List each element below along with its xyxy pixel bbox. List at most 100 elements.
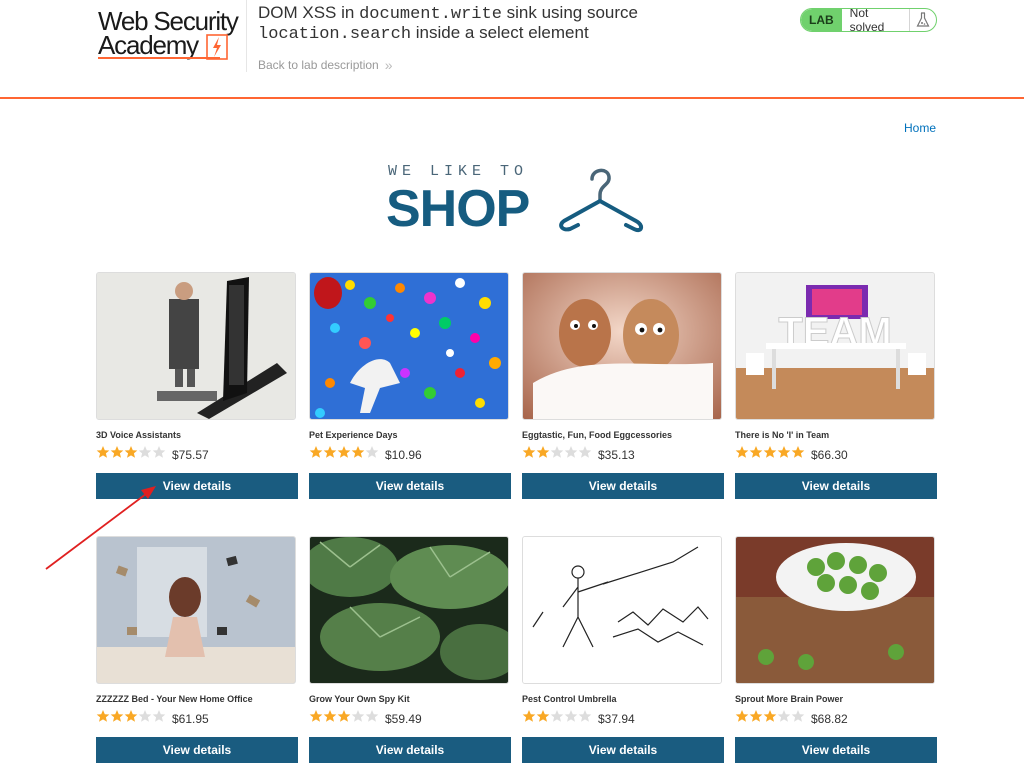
star-filled-icon — [522, 446, 536, 458]
star-filled-icon — [309, 446, 323, 458]
product-name: Pet Experience Days — [309, 430, 398, 440]
lab-status-widget: LAB Not solved — [800, 8, 937, 32]
star-filled-icon — [735, 446, 749, 458]
product-card: Pest Control Umbrella $37.94 View detail… — [522, 536, 724, 763]
product-name: 3D Voice Assistants — [96, 430, 182, 440]
star-empty-icon — [365, 446, 379, 458]
lab-title-text-3: inside a select element — [411, 23, 589, 42]
star-filled-icon — [124, 710, 138, 722]
star-empty-icon — [365, 710, 379, 722]
product-rating: $75.57 — [96, 445, 209, 464]
product-image-spy-kit[interactable] — [309, 536, 509, 684]
product-image-pet-experience[interactable] — [309, 272, 509, 420]
star-rating — [522, 445, 592, 464]
star-empty-icon — [564, 446, 578, 458]
star-rating — [522, 709, 592, 728]
product-card: 3D Voice Assistants $75.57 View details — [96, 272, 298, 499]
product-image-voice-assistant[interactable] — [96, 272, 296, 420]
lab-header: Web Security Academy DOM XSS in document… — [0, 0, 1024, 99]
star-filled-icon — [309, 710, 323, 722]
lab-status-text: Not solved — [849, 8, 885, 32]
star-rating — [735, 445, 805, 464]
view-details-button[interactable]: View details — [735, 737, 937, 763]
product-name: Grow Your Own Spy Kit — [309, 694, 410, 704]
star-empty-icon — [550, 710, 564, 722]
product-name: There is No 'I' in Team — [735, 430, 830, 440]
flask-icon — [909, 9, 936, 31]
star-empty-icon — [578, 446, 592, 458]
product-card: Eggtastic, Fun, Food Eggcessories $35.13… — [522, 272, 724, 499]
home-link[interactable]: Home — [904, 121, 936, 135]
product-price: $59.49 — [385, 711, 422, 726]
lab-title-code-1: document.write — [359, 5, 502, 24]
lab-title-text-2: sink using source — [501, 3, 638, 22]
product-name: Pest Control Umbrella — [522, 694, 617, 704]
star-filled-icon — [522, 710, 536, 722]
product-image-team[interactable]: TEAM — [735, 272, 935, 420]
product-price: $68.82 — [811, 711, 848, 726]
star-rating — [735, 709, 805, 728]
star-filled-icon — [763, 446, 777, 458]
star-empty-icon — [550, 446, 564, 458]
product-rating: $61.95 — [96, 709, 209, 728]
star-empty-icon — [564, 710, 578, 722]
star-filled-icon — [323, 446, 337, 458]
star-filled-icon — [124, 446, 138, 458]
star-filled-icon — [735, 710, 749, 722]
product-card: TEAM There is No 'I' in Team $66.30 View… — [735, 272, 937, 499]
product-price: $37.94 — [598, 711, 635, 726]
back-link-label: Back to lab description — [258, 58, 379, 72]
star-rating — [309, 445, 379, 464]
view-details-button[interactable]: View details — [309, 737, 511, 763]
star-filled-icon — [110, 446, 124, 458]
banner-tagline: WE LIKE TO — [388, 163, 529, 180]
view-details-button[interactable]: View details — [735, 473, 937, 499]
product-name: ZZZZZZ Bed - Your New Home Office — [96, 694, 253, 704]
star-filled-icon — [536, 446, 550, 458]
product-rating: $59.49 — [309, 709, 422, 728]
star-filled-icon — [337, 446, 351, 458]
product-card: ZZZZZZ Bed - Your New Home Office $61.95… — [96, 536, 298, 763]
product-price: $35.13 — [598, 447, 635, 462]
lab-title-text-1: DOM XSS in — [258, 3, 360, 22]
web-security-academy-logo[interactable]: Web Security Academy — [96, 6, 246, 62]
star-filled-icon — [777, 446, 791, 458]
star-filled-icon — [110, 710, 124, 722]
star-filled-icon — [323, 710, 337, 722]
view-details-button[interactable]: View details — [96, 737, 298, 763]
banner-word: SHOP — [386, 180, 530, 238]
product-card: Grow Your Own Spy Kit $59.49 View detail… — [309, 536, 511, 763]
star-empty-icon — [138, 446, 152, 458]
star-filled-icon — [96, 710, 110, 722]
star-filled-icon — [763, 710, 777, 722]
product-image-eggs[interactable] — [522, 272, 722, 420]
view-details-button[interactable]: View details — [522, 473, 724, 499]
logo-line-2: Academy — [98, 30, 199, 60]
coat-hanger-icon — [559, 168, 643, 232]
view-details-button[interactable]: View details — [309, 473, 511, 499]
product-image-umbrella[interactable] — [522, 536, 722, 684]
product-rating: $68.82 — [735, 709, 848, 728]
star-filled-icon — [749, 710, 763, 722]
view-details-button[interactable]: View details — [96, 473, 298, 499]
product-rating: $35.13 — [522, 445, 635, 464]
star-filled-icon — [536, 710, 550, 722]
star-empty-icon — [578, 710, 592, 722]
lab-title: DOM XSS in document.write sink using sou… — [258, 4, 778, 44]
we-like-to-shop-banner: WE LIKE TO SHOP — [386, 163, 648, 238]
logo-underline — [98, 57, 220, 59]
star-filled-icon — [96, 446, 110, 458]
product-name: Sprout More Brain Power — [735, 694, 844, 704]
product-rating: $66.30 — [735, 445, 848, 464]
product-image-sprouts[interactable] — [735, 536, 935, 684]
star-empty-icon — [152, 446, 166, 458]
back-to-lab-description-link[interactable]: Back to lab description » — [258, 57, 393, 73]
double-chevron-right-icon: » — [384, 57, 393, 73]
product-price: $61.95 — [172, 711, 209, 726]
product-price: $75.57 — [172, 447, 209, 462]
product-card: Pet Experience Days $10.96 View details — [309, 272, 511, 499]
view-details-button[interactable]: View details — [522, 737, 724, 763]
star-empty-icon — [351, 710, 365, 722]
product-image-bed[interactable] — [96, 536, 296, 684]
star-filled-icon — [337, 710, 351, 722]
